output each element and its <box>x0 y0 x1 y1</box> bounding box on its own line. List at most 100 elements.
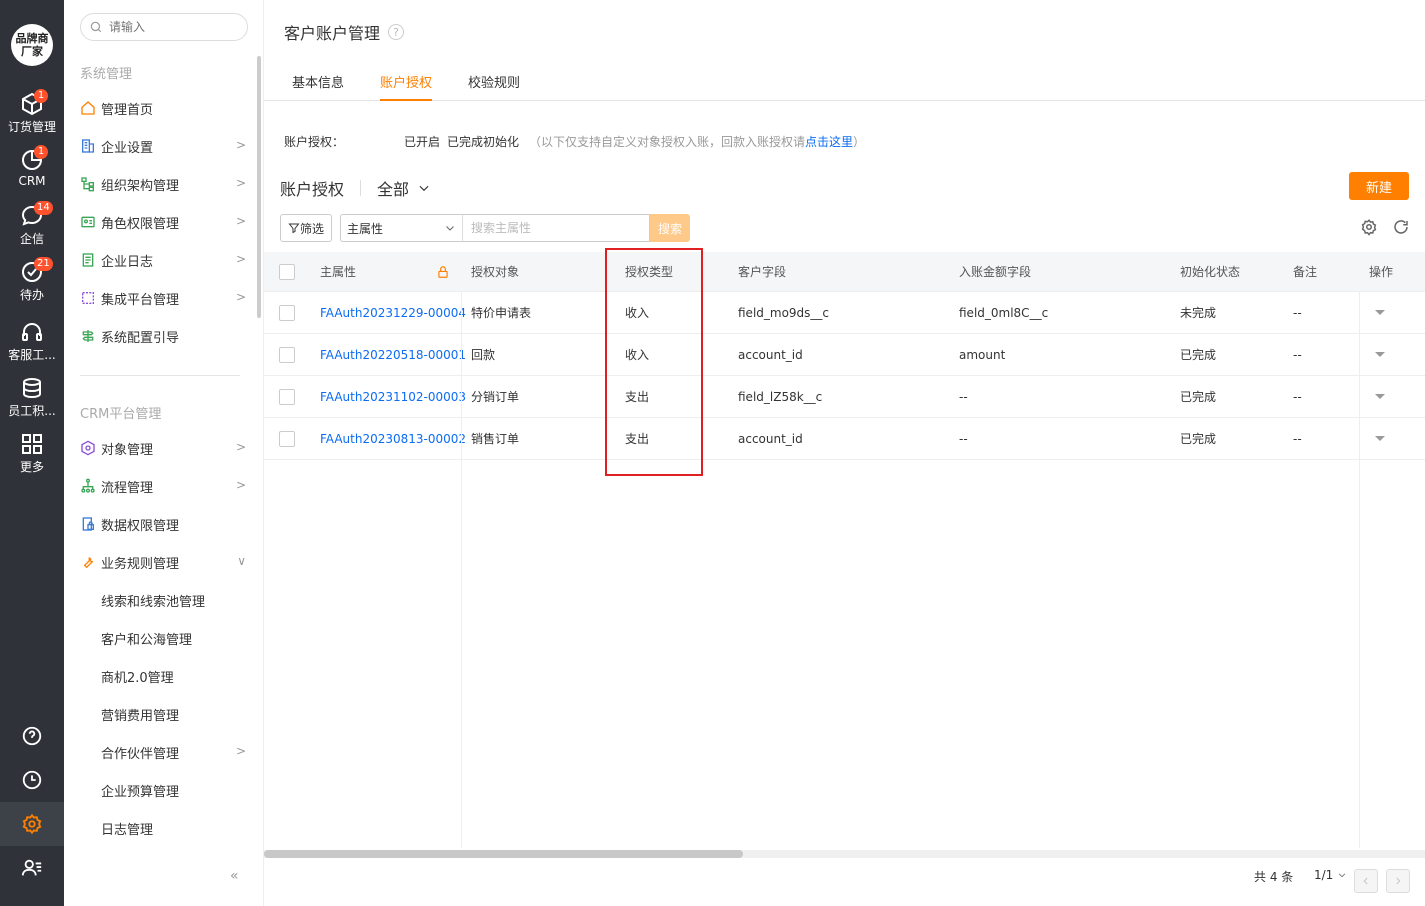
collapse-sidebar-button[interactable]: « <box>230 868 239 884</box>
record-link[interactable]: FAAuth20231102-00003 <box>320 376 466 417</box>
sidebar-subitem[interactable]: 企业预算管理 <box>101 778 267 802</box>
tab-account-auth[interactable]: 账户授权 <box>380 72 433 101</box>
rail-item-todo[interactable]: 21 待办 <box>0 257 64 303</box>
rail-item-label: 企信 <box>19 232 44 246</box>
sidebar-subitem[interactable]: 客户和公海管理 <box>101 626 267 650</box>
rail-item-chat[interactable]: 14 企信 <box>0 201 64 247</box>
row-checkbox[interactable] <box>279 388 295 405</box>
column-header[interactable]: 客户字段 <box>738 252 786 291</box>
prev-page-button[interactable] <box>1354 869 1378 893</box>
column-header[interactable]: 备注 <box>1293 252 1317 291</box>
filter-button[interactable]: 筛选 <box>280 214 332 242</box>
sidebar-subitem[interactable]: 日志管理 <box>101 816 267 840</box>
table-cell: 已完成 <box>1180 432 1217 446</box>
sidebar-search-input[interactable] <box>109 20 239 34</box>
row-actions-dropdown[interactable] <box>1375 436 1385 441</box>
next-page-button[interactable] <box>1386 869 1410 893</box>
search-input[interactable] <box>462 214 650 242</box>
grid-icon <box>22 434 42 454</box>
sidebar-item-label: 企业预算管理 <box>101 784 180 800</box>
sidebar-item-integration[interactable]: 集成平台管理 > <box>80 286 246 310</box>
sidebar-item-guide[interactable]: 系统配置引导 <box>80 324 246 348</box>
scrollbar-thumb[interactable] <box>264 850 743 858</box>
table-row[interactable]: FAAuth20231102-00003 分销订单 支出 field_lZ58k… <box>264 376 1425 418</box>
wrench-icon <box>80 554 96 570</box>
tab-validation-rules[interactable]: 校验规则 <box>468 72 520 101</box>
sidebar-search[interactable] <box>80 13 248 41</box>
search-icon <box>90 21 102 33</box>
sidebar-item-objects[interactable]: 对象管理 > <box>80 436 246 460</box>
field-select-value: 主属性 <box>347 221 384 236</box>
sidebar-item-business-rules[interactable]: 业务规则管理 ∨ <box>80 550 246 574</box>
rail-item-label: CRM <box>18 174 46 188</box>
history-button[interactable] <box>0 758 64 802</box>
record-link[interactable]: FAAuth20220518-00001 <box>320 334 466 375</box>
row-actions-dropdown[interactable] <box>1375 394 1385 399</box>
column-header[interactable]: 授权对象 <box>471 252 519 291</box>
refresh-icon[interactable] <box>1392 218 1410 236</box>
rail-item-label: 订货管理 <box>7 120 56 134</box>
rail-item-orders[interactable]: 1 订货管理 <box>0 89 64 135</box>
admin-settings-button[interactable] <box>0 802 64 846</box>
rail-item-points[interactable]: 员工积... <box>0 376 64 419</box>
sidebar-subitem[interactable]: 合作伙伴管理 > <box>101 740 246 764</box>
sidebar-subitem[interactable]: 线索和线索池管理 <box>101 588 267 612</box>
guide-icon <box>80 328 96 344</box>
table-row[interactable]: FAAuth20231229-00004 特价申请表 收入 field_mo9d… <box>264 292 1425 334</box>
sidebar-item-label: 角色权限管理 <box>101 216 180 232</box>
user-manage-button[interactable] <box>0 846 64 890</box>
help-button[interactable] <box>0 714 64 758</box>
sidebar-item-company[interactable]: 企业设置 > <box>80 134 246 158</box>
table-cell: field_mo9ds__c <box>738 305 830 320</box>
table-row[interactable]: FAAuth20220518-00001 回款 收入 account_id am… <box>264 334 1425 376</box>
sidebar-item-label: 集成平台管理 <box>101 292 180 308</box>
sidebar-scrollbar[interactable] <box>257 56 261 318</box>
divider <box>80 375 240 376</box>
settings-icon[interactable] <box>1360 218 1378 236</box>
sidebar-item-data-permission[interactable]: 数据权限管理 <box>80 512 246 536</box>
page-select[interactable]: 1/1 <box>1314 868 1347 882</box>
sidebar-item-org[interactable]: 组织架构管理 > <box>80 172 246 196</box>
column-header[interactable]: 初始化状态 <box>1180 252 1240 291</box>
click-here-link[interactable]: 点击这里 <box>805 135 853 149</box>
row-actions-dropdown[interactable] <box>1375 352 1385 357</box>
search-toolbar: 筛选 主属性 搜索 <box>280 214 690 242</box>
search-button[interactable]: 搜索 <box>650 214 690 242</box>
row-checkbox[interactable] <box>279 430 295 447</box>
field-select[interactable]: 主属性 <box>340 214 462 242</box>
rail-item-crm[interactable]: 1 CRM <box>0 145 64 188</box>
row-checkbox[interactable] <box>279 346 295 363</box>
table-cell: field_lZ58k__c <box>738 389 823 404</box>
row-checkbox[interactable] <box>279 304 295 321</box>
record-link[interactable]: FAAuth20230813-00002 <box>320 418 466 459</box>
sidebar-item-home[interactable]: 管理首页 <box>80 96 246 120</box>
sidebar-item-flows[interactable]: 流程管理 > <box>80 474 246 498</box>
tab-bar: 基本信息 账户授权 校验规则 <box>264 58 1425 101</box>
menu-group-title: CRM平台管理 <box>80 407 162 422</box>
clock-icon <box>22 770 42 790</box>
new-button[interactable]: 新建 <box>1349 172 1409 200</box>
sidebar-subitem[interactable]: 营销费用管理 <box>101 702 267 726</box>
tab-basic-info[interactable]: 基本信息 <box>292 72 344 101</box>
help-icon[interactable]: ? <box>388 24 405 40</box>
company-avatar[interactable]: 品牌商厂家 <box>11 24 53 66</box>
table-row[interactable]: FAAuth20230813-00002 销售订单 支出 account_id … <box>264 418 1425 460</box>
scope-dropdown[interactable]: 全部 <box>377 176 431 200</box>
chevron-down-icon <box>446 226 454 231</box>
record-link[interactable]: FAAuth20231229-00004 <box>320 292 466 333</box>
row-actions-dropdown[interactable] <box>1375 310 1385 315</box>
rail-item-more[interactable]: 更多 <box>0 432 64 475</box>
column-header[interactable]: 主属性 <box>320 252 356 291</box>
column-divider <box>1359 292 1360 848</box>
horizontal-scrollbar[interactable] <box>264 850 1425 858</box>
sidebar-item-label: 合作伙伴管理 <box>101 746 180 762</box>
sidebar-item-roles[interactable]: 角色权限管理 > <box>80 210 246 234</box>
column-header[interactable]: 操作 <box>1369 252 1393 291</box>
chevron-down-icon <box>1339 873 1346 878</box>
column-header[interactable]: 入账金额字段 <box>959 252 1031 291</box>
sidebar-subitem[interactable]: 商机2.0管理 <box>101 664 267 688</box>
select-all-checkbox[interactable] <box>279 263 295 280</box>
sidebar-item-logs[interactable]: 企业日志 > <box>80 248 246 272</box>
rail-item-service[interactable]: 客服工... <box>0 320 64 363</box>
sidebar-item-label: 客户和公海管理 <box>101 632 193 648</box>
